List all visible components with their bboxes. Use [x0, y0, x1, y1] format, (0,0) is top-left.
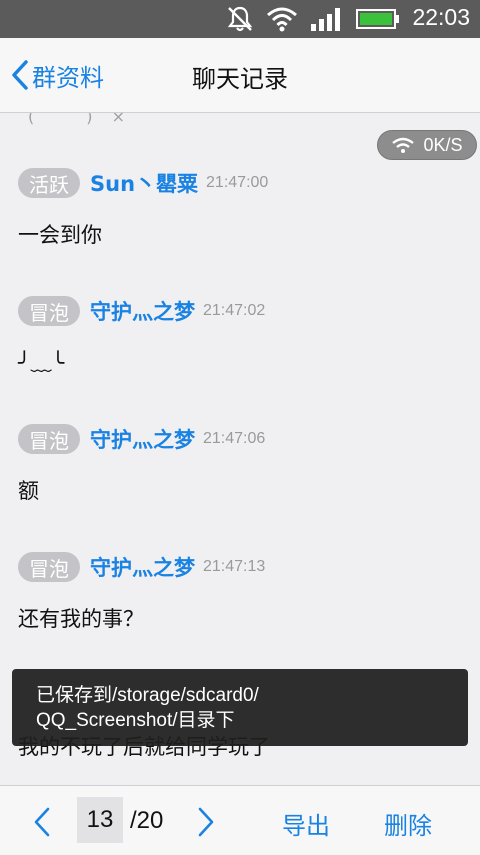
sender-name[interactable]: 守护灬之梦 — [90, 296, 195, 326]
signal-icon — [311, 8, 340, 31]
next-page-icon[interactable] — [194, 806, 218, 838]
delete-button[interactable]: 删除 — [384, 806, 432, 841]
message-time: 21:47:13 — [203, 558, 266, 575]
toast-line-2: QQ_Screenshot/目录下 — [36, 710, 235, 731]
sender-name[interactable]: Sun丶罌粟 — [90, 168, 198, 198]
nav-bar: 群资料 聊天记录 — [0, 38, 480, 113]
status-bar: 22:03 — [0, 0, 480, 38]
activity-badge: 活跃 — [18, 168, 80, 198]
save-toast: 已保存到/storage/sdcard0/ QQ_Screenshot/目录下 — [12, 669, 468, 746]
current-page-input[interactable]: 13 — [77, 797, 123, 843]
clipped-message-text: ˇ(˘˘˘˘˘)ˇ × — [18, 113, 127, 126]
battery-icon — [356, 9, 399, 29]
mute-icon — [227, 6, 253, 32]
network-speed-badge: 0K/S — [377, 130, 477, 160]
message-text: 还有我的事？ — [18, 607, 144, 631]
message-text: 额 — [18, 479, 39, 503]
page-title: 聊天记录 — [192, 65, 288, 93]
network-speed-value: 0K/S — [423, 134, 463, 155]
activity-badge: 冒泡 — [18, 552, 80, 582]
clock: 22:03 — [412, 4, 470, 30]
message-time: 21:47:00 — [206, 174, 269, 191]
prev-page-icon[interactable] — [30, 806, 54, 838]
total-pages: /20 — [130, 807, 164, 834]
sender-name[interactable]: 守护灬之梦 — [90, 424, 195, 454]
pager-bar: 13 /20 导出 删除 — [0, 785, 480, 855]
toast-line-1: 已保存到/storage/sdcard0/ — [36, 685, 259, 706]
wifi-icon — [267, 7, 297, 32]
message-time: 21:47:06 — [203, 430, 266, 447]
wifi-icon — [392, 137, 415, 153]
export-button[interactable]: 导出 — [282, 806, 330, 841]
activity-badge: 冒泡 — [18, 424, 80, 454]
sender-name[interactable]: 守护灬之梦 — [90, 552, 195, 582]
activity-badge: 冒泡 — [18, 296, 80, 326]
message-text: 一会到你 — [18, 223, 102, 247]
message-text: ╯﹏╰ — [18, 351, 65, 375]
message-time: 21:47:02 — [203, 302, 266, 319]
